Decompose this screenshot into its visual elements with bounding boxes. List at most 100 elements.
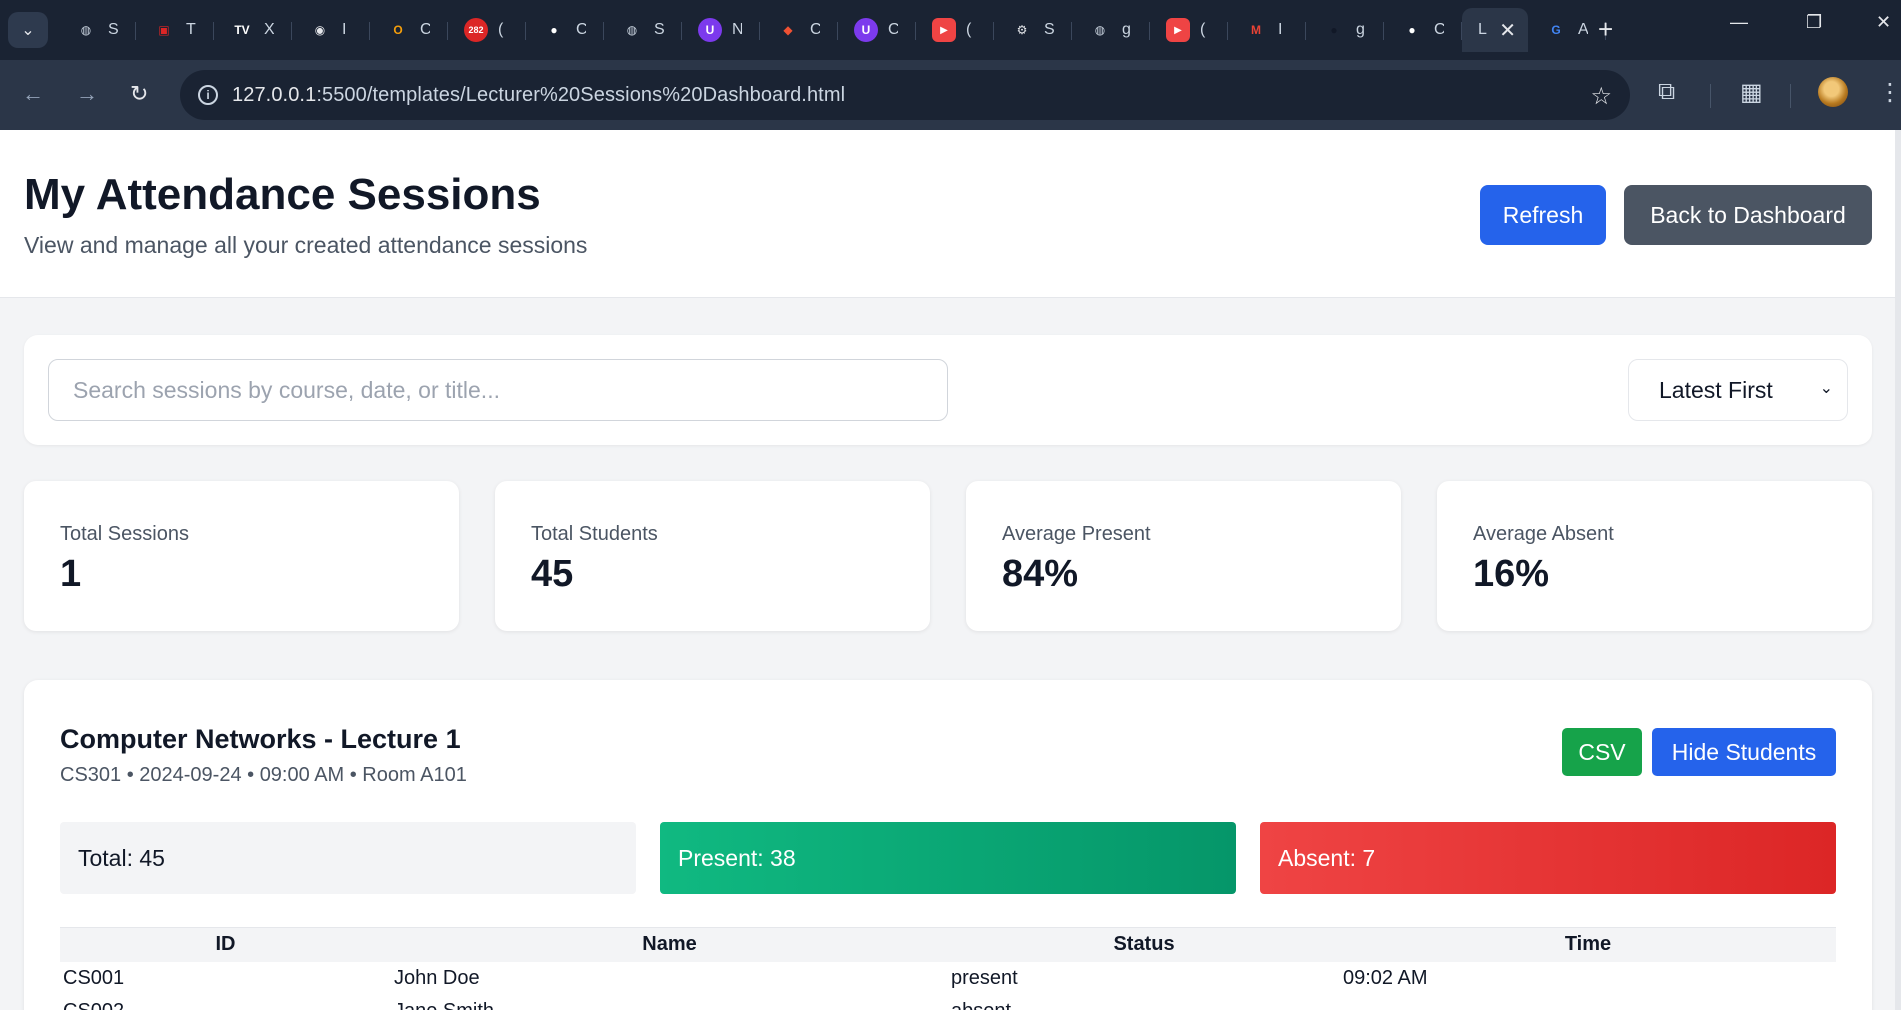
toolbar-divider: [1790, 84, 1791, 108]
cell-id: CS001: [63, 966, 125, 989]
badge-282-icon: 282: [464, 18, 488, 42]
browser-tab-title: g: [1356, 21, 1365, 38]
git-icon: ◆: [783, 23, 793, 37]
close-window-icon[interactable]: ✕: [1876, 12, 1891, 33]
close-tab-icon[interactable]: ✕: [1499, 18, 1516, 43]
cell-status: present: [951, 966, 1018, 989]
page-subtitle: View and manage all your created attenda…: [24, 232, 588, 258]
sort-order-select[interactable]: Latest First ⌄: [1628, 359, 1848, 421]
site-info-icon[interactable]: i: [198, 85, 218, 105]
back-to-dashboard-button[interactable]: Back to Dashboard: [1624, 185, 1872, 245]
browser-tab[interactable]: 282 (: [448, 8, 526, 52]
browser-tab[interactable]: ● C: [1384, 8, 1462, 52]
browser-tab[interactable]: ◆ C: [760, 8, 838, 52]
browser-tab[interactable]: ◍ g: [1072, 8, 1150, 52]
qr-code-icon[interactable]: ▦: [1740, 78, 1763, 107]
page-scrollbar[interactable]: [1895, 130, 1901, 1010]
toolbar-divider: [1710, 84, 1711, 108]
browser-tab-title: I: [342, 21, 347, 38]
browser-tab-title: N: [732, 21, 742, 38]
stat-label: Average Present: [1002, 523, 1151, 545]
extensions-puzzle-icon[interactable]: ⧉: [1658, 78, 1675, 106]
browser-tab-title: (: [498, 21, 504, 38]
reload-icon[interactable]: ↻: [130, 81, 148, 107]
cell-status: absent: [948, 995, 1340, 1010]
browser-tab[interactable]: UC: [838, 8, 916, 52]
page-header: My Attendance Sessions View and manage a…: [0, 130, 1895, 298]
session-meta: CS301 • 2024-09-24 • 09:00 AM • Room A10…: [60, 764, 467, 786]
browser-tab[interactable]: ● g: [1306, 8, 1384, 52]
sort-order-value: Latest First: [1659, 376, 1773, 403]
browser-tab-title: C: [1434, 21, 1444, 38]
summary-total: Total: 45: [60, 822, 636, 894]
browser-tab-title: (: [1200, 21, 1206, 38]
browser-tab-title: (: [966, 21, 972, 38]
browser-tab[interactable]: ◍ S: [58, 8, 136, 52]
browser-tab[interactable]: ▶(: [1150, 8, 1228, 52]
refresh-button[interactable]: Refresh: [1480, 185, 1606, 245]
browser-tab[interactable]: GA: [1528, 8, 1606, 52]
github-icon: ●: [1330, 23, 1338, 37]
gear-icon: ⚙: [1016, 23, 1028, 37]
column-header-status: Status: [948, 927, 1340, 962]
url-path: :5500/templates/Lecturer%20Sessions%20Da…: [316, 83, 846, 106]
browser-tab[interactable]: MI: [1228, 8, 1306, 52]
address-bar[interactable]: i 127.0.0.1:5500/templates/Lecturer%20Se…: [180, 70, 1630, 120]
browser-tab[interactable]: ⚙ S: [994, 8, 1072, 52]
github-icon: ●: [550, 23, 558, 37]
browser-tab[interactable]: OC: [370, 8, 448, 52]
stat-label: Total Students: [531, 523, 658, 545]
cell-time: -: [1340, 995, 1836, 1010]
table-header-row: ID Name Status Time: [60, 927, 1836, 962]
back-arrow-icon[interactable]: ←: [22, 81, 44, 107]
profile-avatar[interactable]: [1818, 77, 1848, 107]
stat-card-average-present: Average Present 84%: [966, 481, 1401, 631]
table-row: CS002 Jane Smith absent -: [60, 995, 1836, 1010]
browser-tab-active[interactable]: L ✕: [1462, 8, 1528, 52]
udemy-icon: U: [854, 18, 878, 42]
chevron-down-icon: ⌄: [1819, 380, 1833, 397]
browser-tab[interactable]: ▶(: [916, 8, 994, 52]
students-table: ID Name Status Time CS001 John Doe prese…: [60, 927, 1836, 1010]
tab-search-chevron-icon[interactable]: ⌄: [8, 12, 48, 48]
browser-tab-title: I: [1278, 21, 1283, 38]
restore-icon[interactable]: ❐: [1806, 12, 1822, 33]
browser-tab[interactable]: ◉ I: [292, 8, 370, 52]
stat-card-total-students: Total Students 45: [495, 481, 930, 631]
browser-tab[interactable]: ◍ S: [604, 8, 682, 52]
browser-tab-title: L: [1478, 21, 1487, 38]
owl-icon: ◉: [314, 23, 326, 37]
google-icon: G: [1551, 23, 1561, 37]
column-header-id: ID: [60, 927, 391, 962]
gmail-icon: M: [1251, 23, 1261, 37]
stat-value: 84%: [1002, 553, 1079, 595]
browser-menu-icon[interactable]: ⋮: [1878, 78, 1901, 107]
bookmark-star-icon[interactable]: ☆: [1590, 82, 1612, 111]
browser-tab-title: S: [108, 21, 118, 38]
url-host: 127.0.0.1: [232, 83, 317, 106]
youtube-icon: ▶: [932, 18, 956, 42]
stat-value: 1: [60, 553, 82, 595]
new-tab-button[interactable]: +: [1598, 14, 1613, 45]
export-csv-button[interactable]: CSV: [1562, 728, 1642, 776]
session-search-input[interactable]: [48, 359, 948, 421]
browser-tab[interactable]: UN: [682, 8, 760, 52]
globe-icon: ◍: [626, 23, 638, 37]
stat-card-total-sessions: Total Sessions 1: [24, 481, 459, 631]
forward-arrow-icon[interactable]: →: [76, 81, 98, 107]
browser-tab-title: C: [810, 21, 820, 38]
browser-tab[interactable]: TV X: [214, 8, 292, 52]
stat-value: 16%: [1473, 553, 1550, 595]
globe-icon: ◍: [80, 23, 92, 37]
url-text[interactable]: 127.0.0.1:5500/templates/Lecturer%20Sess…: [232, 84, 845, 107]
browser-tab[interactable]: ● C: [526, 8, 604, 52]
cell-name: Jane Smith: [391, 995, 948, 1010]
github-icon: ●: [1408, 23, 1416, 37]
hide-students-button[interactable]: Hide Students: [1652, 728, 1836, 776]
browser-tab-title: X: [264, 21, 274, 38]
minimize-icon[interactable]: —: [1730, 12, 1748, 33]
page-title: My Attendance Sessions: [24, 170, 541, 219]
stat-card-average-absent: Average Absent 16%: [1437, 481, 1872, 631]
browser-toolbar: ← → ↻ i 127.0.0.1:5500/templates/Lecture…: [0, 60, 1901, 130]
browser-tab[interactable]: ▣ T: [136, 8, 214, 52]
